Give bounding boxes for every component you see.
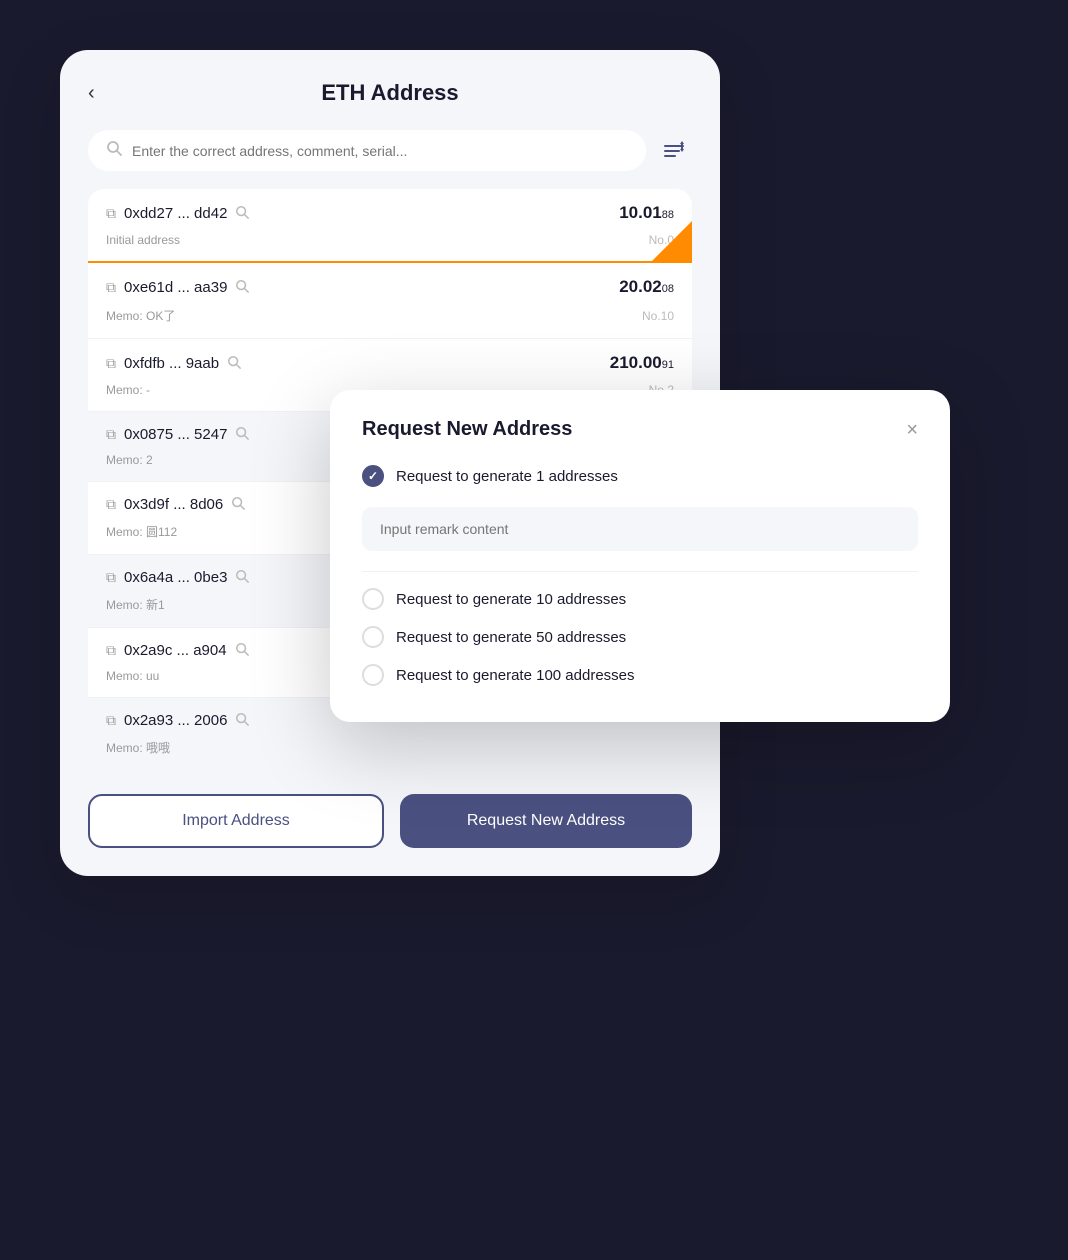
radio-option-3[interactable]: Request to generate 50 addresses (362, 626, 918, 648)
radio-circle-4 (362, 664, 384, 686)
modal-dialog: Request New Address × Request to generat… (330, 390, 950, 722)
radio-label-3: Request to generate 50 addresses (396, 629, 626, 646)
memo-5: Memo: 新1 (106, 596, 165, 613)
radio-circle-2 (362, 588, 384, 610)
copy-icon-0[interactable]: ⧉ (106, 205, 116, 222)
copy-icon-3[interactable]: ⧉ (106, 426, 116, 443)
header: ‹ ETH Address (88, 80, 692, 106)
search-addr-icon-3[interactable] (235, 426, 249, 443)
address-item-1[interactable]: ⧉ 0xe61d ... aa39 20.0208 (88, 263, 692, 339)
search-addr-icon-0[interactable] (235, 205, 249, 222)
copy-icon-2[interactable]: ⧉ (106, 355, 116, 372)
radio-option-2[interactable]: Request to generate 10 addresses (362, 588, 918, 610)
bottom-buttons: Import Address Request New Address (88, 794, 692, 848)
modal-header: Request New Address × (362, 418, 918, 441)
address-text-2: 0xfdfb ... 9aab (124, 355, 219, 372)
request-new-address-button[interactable]: Request New Address (400, 794, 692, 848)
search-addr-icon-6[interactable] (235, 642, 249, 659)
radio-option-4[interactable]: Request to generate 100 addresses (362, 664, 918, 686)
radio-label-1: Request to generate 1 addresses (396, 468, 618, 485)
copy-icon-5[interactable]: ⧉ (106, 569, 116, 586)
memo-3: Memo: 2 (106, 453, 153, 467)
orange-corner-0 (652, 221, 692, 261)
back-button[interactable]: ‹ (88, 82, 95, 105)
address-text-5: 0x6a4a ... 0be3 (124, 569, 227, 586)
amount-main-0: 10.0188 (619, 203, 674, 222)
remark-input[interactable] (362, 507, 918, 551)
address-text-7: 0x2a93 ... 2006 (124, 712, 227, 729)
search-addr-icon-5[interactable] (235, 569, 249, 586)
address-text-4: 0x3d9f ... 8d06 (124, 496, 223, 513)
search-addr-icon-4[interactable] (231, 496, 245, 513)
radio-option-1[interactable]: Request to generate 1 addresses (362, 465, 918, 487)
memo-1: Memo: OK了 (106, 307, 175, 324)
search-input-wrapper (88, 130, 646, 171)
no-1: No.10 (642, 309, 674, 323)
address-text-1: 0xe61d ... aa39 (124, 279, 227, 296)
search-bar (88, 130, 692, 171)
copy-icon-4[interactable]: ⧉ (106, 496, 116, 513)
page-title: ETH Address (321, 80, 458, 106)
memo-2: Memo: - (106, 383, 150, 397)
search-icon (106, 140, 122, 161)
filter-button[interactable] (656, 133, 692, 169)
amount-main-1: 20.0208 (619, 277, 674, 296)
address-text-3: 0x0875 ... 5247 (124, 426, 227, 443)
divider (362, 571, 918, 572)
radio-circle-3 (362, 626, 384, 648)
radio-label-4: Request to generate 100 addresses (396, 667, 635, 684)
copy-icon-6[interactable]: ⧉ (106, 642, 116, 659)
search-addr-icon-2[interactable] (227, 355, 241, 372)
search-addr-icon-7[interactable] (235, 712, 249, 729)
address-text-0: 0xdd27 ... dd42 (124, 205, 227, 222)
radio-circle-1 (362, 465, 384, 487)
screen-wrapper: ‹ ETH Address (0, 0, 1068, 1260)
radio-label-2: Request to generate 10 addresses (396, 591, 626, 608)
copy-icon-1[interactable]: ⧉ (106, 279, 116, 296)
search-addr-icon-1[interactable] (235, 279, 249, 296)
import-address-button[interactable]: Import Address (88, 794, 384, 848)
amount-main-2: 210.0091 (610, 353, 674, 372)
address-item-0[interactable]: ⧉ 0xdd27 ... dd42 10.0188 (88, 189, 692, 263)
modal-title: Request New Address (362, 418, 572, 441)
search-input[interactable] (132, 143, 628, 159)
modal-close-button[interactable]: × (906, 420, 918, 440)
memo-4: Memo: 圆112 (106, 523, 177, 540)
memo-0: Initial address (106, 233, 180, 247)
memo-7: Memo: 哦哦 (106, 739, 170, 756)
address-text-6: 0x2a9c ... a904 (124, 642, 227, 659)
memo-6: Memo: uu (106, 669, 159, 683)
copy-icon-7[interactable]: ⧉ (106, 712, 116, 729)
